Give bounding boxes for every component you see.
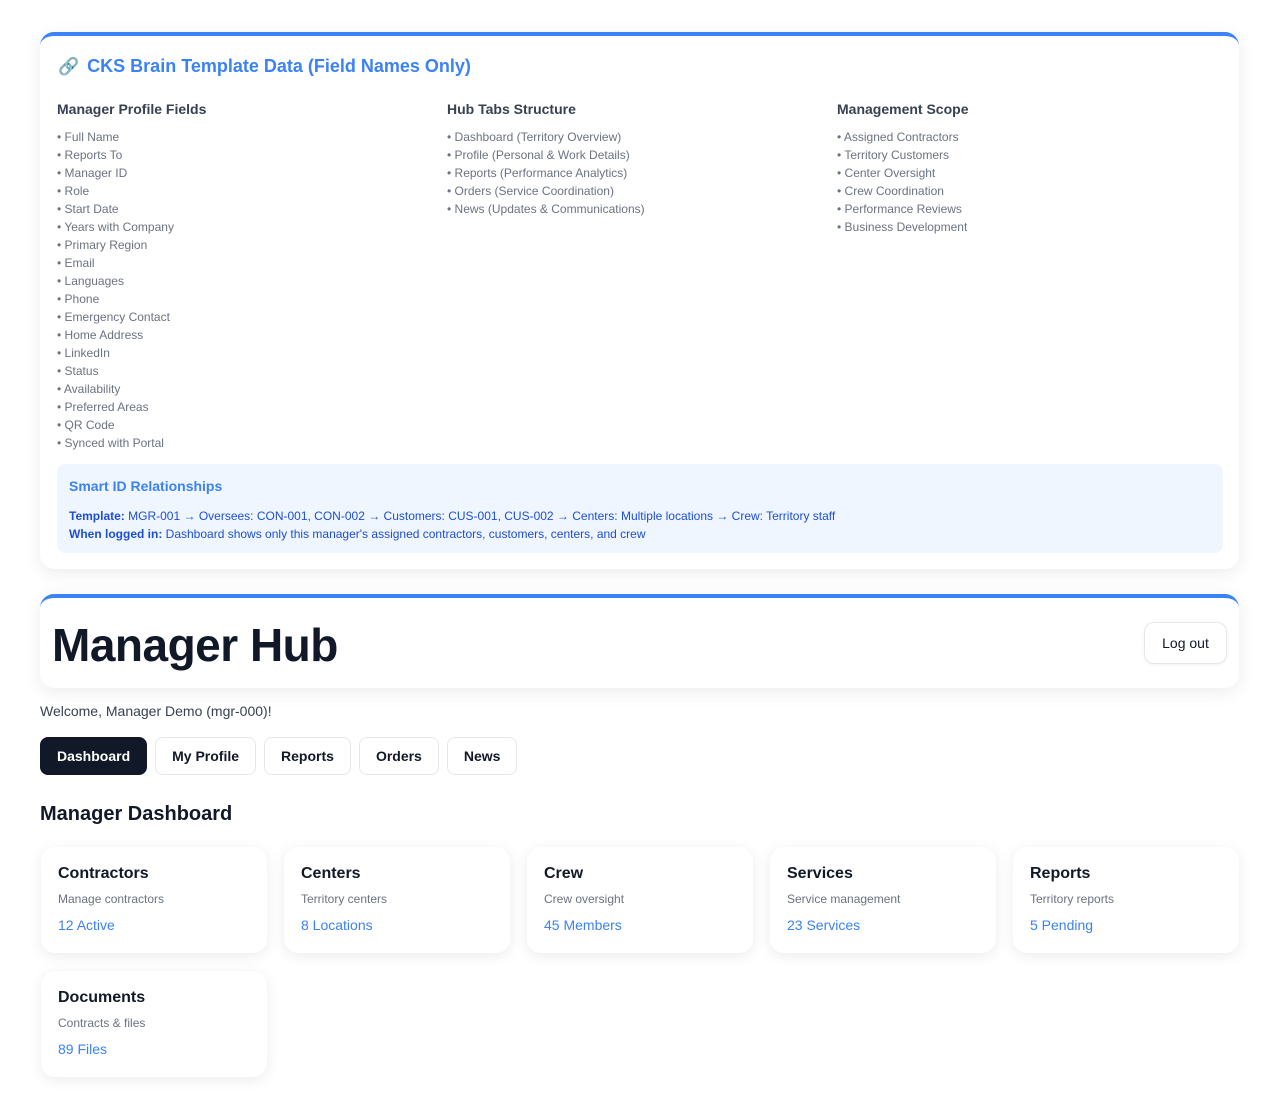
- list-item: Reports (Performance Analytics): [447, 164, 837, 182]
- field-list: Dashboard (Territory Overview)Profile (P…: [447, 128, 837, 218]
- tile-subtitle: Manage contractors: [58, 892, 165, 906]
- tile-subtitle: Territory reports: [1030, 892, 1115, 906]
- smart-template-text: MGR-001 → Oversees: CON-001, CON-002 → C…: [124, 509, 836, 523]
- tile-reports[interactable]: Reports Territory reports 5 Pending: [1013, 847, 1239, 953]
- welcome-message: Welcome, Manager Demo (mgr-000)!: [40, 703, 272, 719]
- field-list: Full NameReports ToManager IDRoleStart D…: [57, 128, 447, 452]
- list-item: Home Address: [57, 326, 447, 344]
- column-heading: Management Scope: [837, 101, 969, 117]
- list-item: Assigned Contractors: [837, 128, 1227, 146]
- list-item: Synced with Portal: [57, 434, 447, 452]
- hub-tabs: Dashboard My Profile Reports Orders News: [40, 737, 518, 775]
- tile-centers[interactable]: Centers Territory centers 8 Locations: [284, 847, 510, 953]
- page-title: Manager Hub: [52, 619, 338, 671]
- list-item: Business Development: [837, 218, 1227, 236]
- column-heading: Hub Tabs Structure: [447, 101, 576, 117]
- smart-logged-line: When logged in: Dashboard shows only thi…: [69, 525, 1211, 543]
- list-item: Email: [57, 254, 447, 272]
- tile-value: 23 Services: [787, 917, 861, 933]
- tile-subtitle: Service management: [787, 892, 901, 906]
- tile-value: 45 Members: [544, 917, 622, 933]
- tile-value: 12 Active: [58, 917, 115, 933]
- template-columns: Manager Profile Fields Full NameReports …: [57, 101, 1227, 452]
- template-data-card: 🔗 CKS Brain Template Data (Field Names O…: [40, 32, 1239, 569]
- logout-button[interactable]: Log out: [1144, 622, 1227, 664]
- smart-logged-label: When logged in:: [69, 527, 163, 541]
- tile-documents[interactable]: Documents Contracts & files 89 Files: [41, 971, 267, 1077]
- list-item: Availability: [57, 380, 447, 398]
- list-item: Preferred Areas: [57, 398, 447, 416]
- smart-id-title: Smart ID Relationships: [69, 478, 223, 494]
- tile-subtitle: Crew oversight: [544, 892, 625, 906]
- column-profile-fields: Manager Profile Fields Full NameReports …: [57, 101, 447, 452]
- tile-title: Crew: [544, 865, 584, 882]
- tab-dashboard[interactable]: Dashboard: [40, 737, 148, 775]
- list-item: Profile (Personal & Work Details): [447, 146, 837, 164]
- list-item: LinkedIn: [57, 344, 447, 362]
- list-item: Languages: [57, 272, 447, 290]
- smart-template-line: Template: MGR-001 → Oversees: CON-001, C…: [69, 507, 1211, 525]
- tile-contractors[interactable]: Contractors Manage contractors 12 Active: [41, 847, 267, 953]
- list-item: Status: [57, 362, 447, 380]
- tab-my-profile[interactable]: My Profile: [155, 737, 257, 775]
- tile-services[interactable]: Services Service management 23 Services: [770, 847, 996, 953]
- tile-title: Contractors: [58, 865, 149, 882]
- tile-title: Services: [787, 865, 853, 882]
- template-title-text: CKS Brain Template Data (Field Names Onl…: [87, 56, 471, 76]
- list-item: Center Oversight: [837, 164, 1227, 182]
- tile-title: Documents: [58, 989, 146, 1006]
- list-item: Start Date: [57, 200, 447, 218]
- list-item: Role: [57, 182, 447, 200]
- field-list: Assigned ContractorsTerritory CustomersC…: [837, 128, 1227, 236]
- list-item: QR Code: [57, 416, 447, 434]
- tile-subtitle: Contracts & files: [58, 1016, 146, 1030]
- tile-value: 89 Files: [58, 1041, 108, 1057]
- tile-crew[interactable]: Crew Crew oversight 45 Members: [527, 847, 753, 953]
- column-management-scope: Management Scope Assigned ContractorsTer…: [837, 101, 1227, 452]
- list-item: Dashboard (Territory Overview): [447, 128, 837, 146]
- list-item: Manager ID: [57, 164, 447, 182]
- column-heading: Manager Profile Fields: [57, 101, 207, 117]
- list-item: Reports To: [57, 146, 447, 164]
- tile-title: Centers: [301, 865, 361, 882]
- tile-title: Reports: [1030, 865, 1091, 882]
- list-item: Territory Customers: [837, 146, 1227, 164]
- list-item: Crew Coordination: [837, 182, 1227, 200]
- template-title: 🔗 CKS Brain Template Data (Field Names O…: [58, 56, 471, 77]
- tab-reports[interactable]: Reports: [264, 737, 351, 775]
- list-item: News (Updates & Communications): [447, 200, 837, 218]
- list-item: Primary Region: [57, 236, 447, 254]
- smart-logged-text: Dashboard shows only this manager's assi…: [162, 527, 646, 541]
- link-icon: 🔗: [58, 56, 80, 76]
- list-item: Phone: [57, 290, 447, 308]
- dashboard-title: Manager Dashboard: [40, 803, 233, 825]
- hub-header: Manager Hub Log out: [40, 594, 1239, 688]
- tile-subtitle: Territory centers: [301, 892, 388, 906]
- tab-orders[interactable]: Orders: [358, 737, 439, 775]
- smart-template-label: Template:: [69, 509, 125, 523]
- tile-value: 5 Pending: [1030, 917, 1094, 933]
- column-hub-tabs: Hub Tabs Structure Dashboard (Territory …: [447, 101, 837, 452]
- smart-id-box: Smart ID Relationships Template: MGR-001…: [57, 464, 1223, 553]
- list-item: Full Name: [57, 128, 447, 146]
- list-item: Emergency Contact: [57, 308, 447, 326]
- tab-news[interactable]: News: [446, 737, 518, 775]
- list-item: Performance Reviews: [837, 200, 1227, 218]
- list-item: Orders (Service Coordination): [447, 182, 837, 200]
- list-item: Years with Company: [57, 218, 447, 236]
- tile-value: 8 Locations: [301, 917, 373, 933]
